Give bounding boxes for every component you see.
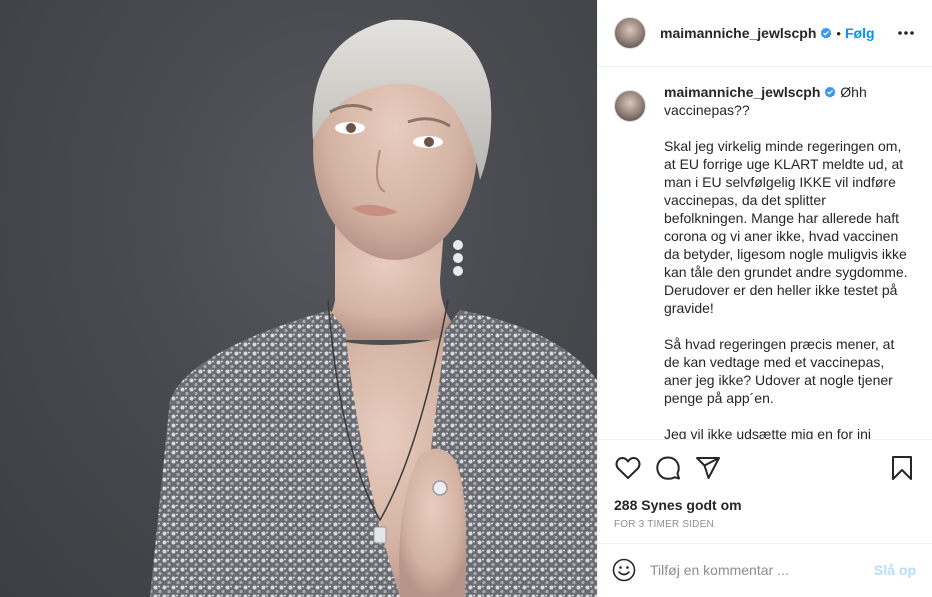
more-options-icon: [898, 31, 914, 35]
emoji-icon[interactable]: [612, 558, 636, 582]
caption-username[interactable]: maimanniche_jewlscph: [664, 84, 820, 100]
comments-area[interactable]: maimanniche_jewlscph Øhh vaccinepas?? Sk…: [598, 67, 932, 440]
post-comment-button[interactable]: Slå op: [874, 562, 916, 578]
comment-icon: [656, 456, 680, 480]
bookmark-icon: [892, 455, 912, 480]
post-actions: [598, 440, 932, 495]
comment-form: Slå op: [598, 542, 932, 597]
separator-dot: •: [836, 25, 841, 41]
heart-icon: [615, 456, 641, 479]
likes-text: 288 Synes godt om: [614, 497, 742, 514]
caption-row: maimanniche_jewlscph Øhh vaccinepas?? Sk…: [614, 83, 916, 440]
more-options-button[interactable]: [894, 21, 918, 45]
share-button[interactable]: [688, 448, 728, 488]
post-side-panel: maimanniche_jewlscph • Følg maimanniche_…: [597, 0, 932, 597]
like-button[interactable]: [608, 448, 648, 488]
follow-button[interactable]: Følg: [845, 25, 875, 41]
verified-badge-icon: [820, 27, 832, 39]
post-photo[interactable]: [0, 0, 597, 597]
save-button[interactable]: [882, 448, 922, 488]
likes-count[interactable]: 288 Synes godt om: [598, 495, 932, 515]
post-timestamp[interactable]: FOR 3 TIMER SIDEN: [598, 515, 932, 543]
author-username[interactable]: maimanniche_jewlscph: [660, 25, 816, 41]
comment-input[interactable]: [650, 562, 874, 579]
portrait-illustration: [150, 19, 597, 597]
caption-avatar[interactable]: [614, 90, 646, 123]
post-header: maimanniche_jewlscph • Følg: [598, 0, 932, 68]
verified-badge-icon: [824, 86, 836, 98]
comment-button[interactable]: [648, 448, 688, 488]
author-avatar[interactable]: [614, 17, 646, 50]
caption: maimanniche_jewlscph Øhh vaccinepas?? Sk…: [664, 83, 909, 440]
share-icon: [696, 456, 720, 479]
caption-text: Øhh vaccinepas?? Skal jeg virkelig minde…: [664, 84, 908, 440]
post-container: maimanniche_jewlscph • Følg maimanniche_…: [0, 0, 932, 597]
